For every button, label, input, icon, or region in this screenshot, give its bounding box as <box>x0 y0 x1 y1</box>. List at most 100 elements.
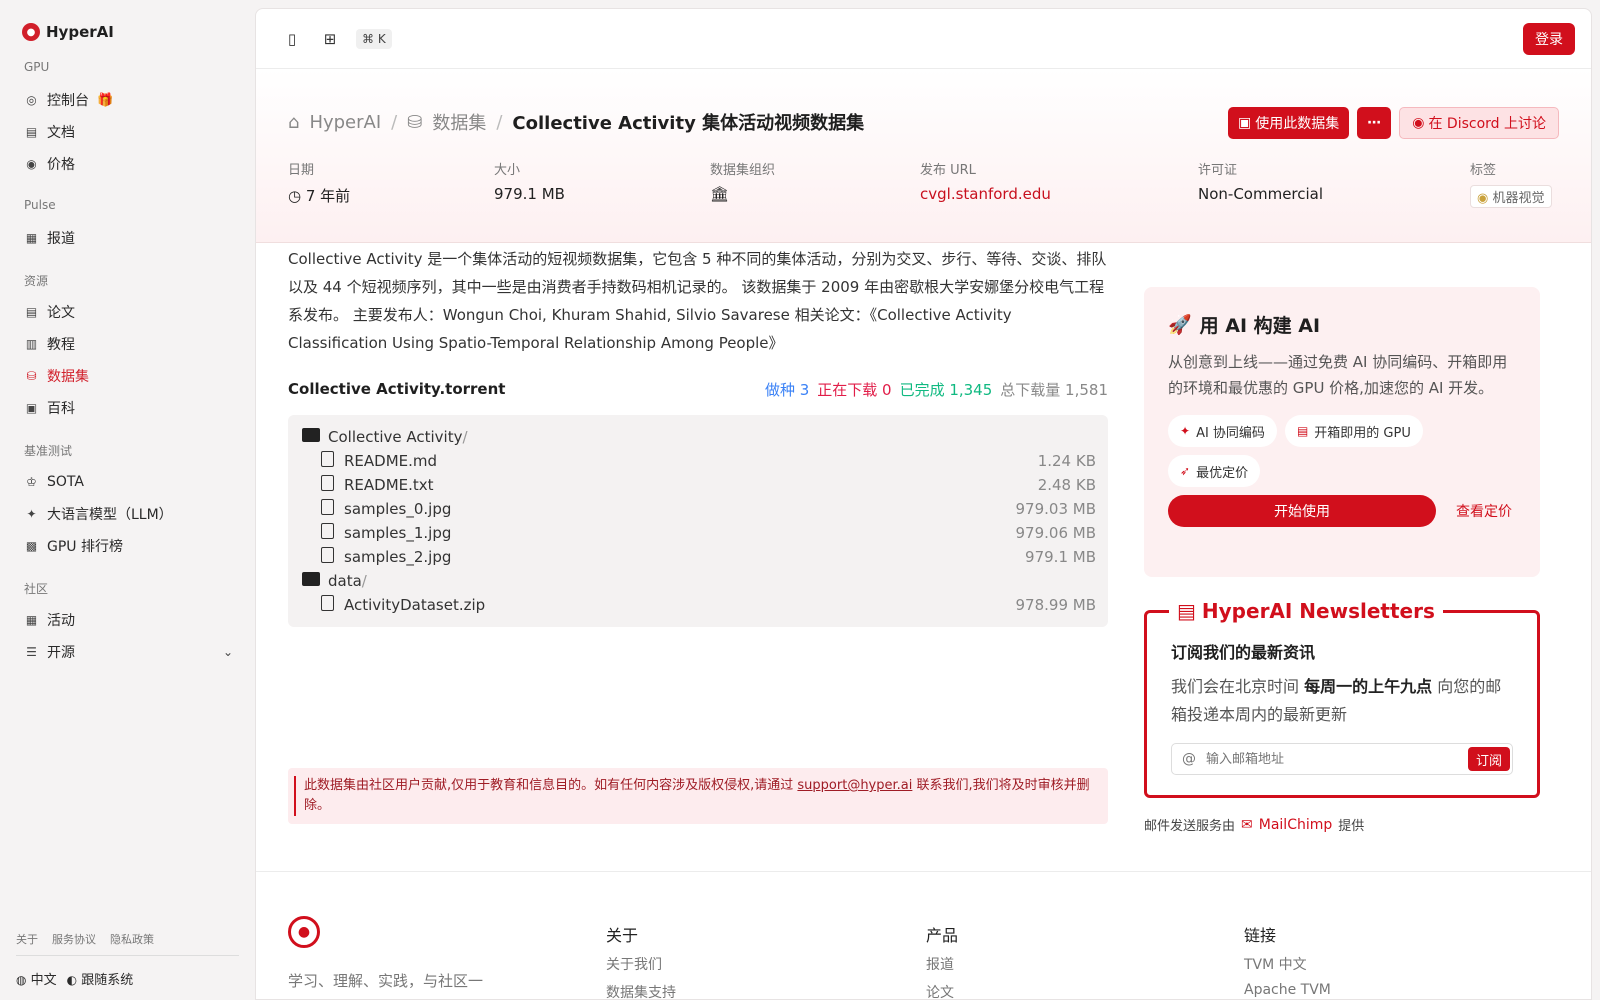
paper-icon: ▤ <box>25 305 38 319</box>
file-size: 978.99 MB <box>1015 596 1097 614</box>
chevron-down-icon: ⌄ <box>222 645 233 659</box>
brand[interactable]: ● HyperAI <box>16 22 239 42</box>
file-name: data <box>328 572 362 590</box>
meta-value: ◷ 7 年前 <box>288 185 350 206</box>
nav-heading: 基准测试 <box>24 444 73 458</box>
subscribe-button[interactable]: 订阅 <box>1467 747 1510 771</box>
discord-button[interactable]: ◉ 在 Discord 上讨论 <box>1399 107 1559 139</box>
document-icon: ▤ <box>25 125 38 139</box>
sidebar-item-llm[interactable]: ✦ 大语言模型（LLM） <box>16 498 239 530</box>
feature-label: AI 协同编码 <box>1196 425 1265 441</box>
torrent-name[interactable]: Collective Activity.torrent <box>288 380 505 398</box>
breadcrumb-separator: / <box>391 111 398 133</box>
nav-heading: 资源 <box>24 274 49 288</box>
meta-label: 大小 <box>494 163 521 178</box>
book-icon: ▥ <box>25 337 38 351</box>
newsletter-schedule: 每周一的上午九点 <box>1304 677 1433 696</box>
file-size: 979.1 MB <box>1025 548 1096 566</box>
clock-icon: ◷ <box>288 187 302 205</box>
sidebar-item-console[interactable]: ◎ 控制台 🎁 <box>16 84 239 116</box>
file-row[interactable]: README.md 1.24 KB <box>302 449 1096 473</box>
sidebar-item-datasets[interactable]: ⛁ 数据集 <box>16 360 239 392</box>
file-row[interactable]: samples_1.jpg 979.06 MB <box>302 521 1096 545</box>
globe-icon: ◍ <box>16 972 27 987</box>
file-size: 2.48 KB <box>1037 476 1096 494</box>
command-shortcut[interactable]: ⌘ K <box>356 28 392 49</box>
footer-link[interactable]: 论文 <box>926 982 958 999</box>
theme-selector[interactable]: ◐ 跟随系统 <box>67 969 134 988</box>
feature-label: 开箱即用的 GPU <box>1314 425 1411 441</box>
sidebar-item-sota[interactable]: ♔ SOTA <box>16 466 239 498</box>
file-row[interactable]: samples_0.jpg 979.03 MB <box>302 497 1096 521</box>
theme-label: 跟随系统 <box>81 972 134 988</box>
file-name: Collective Activity <box>328 428 463 446</box>
folder-row[interactable]: data / <box>302 569 1096 593</box>
sidebar-item-label: 大语言模型（LLM） <box>47 507 173 523</box>
sidebar-item-pricing[interactable]: ◉ 价格 <box>16 148 239 180</box>
footer-link[interactable]: 报道 <box>926 954 958 974</box>
sidebar-item-label: 数据集 <box>47 369 89 385</box>
sidebar-item-open-source[interactable]: ☰ 开源 ⌄ <box>16 636 239 668</box>
newsletter-heading: 订阅我们的最新资讯 <box>1171 643 1316 662</box>
hyperai-logo-icon: ● <box>22 23 40 41</box>
file-icon <box>320 547 334 563</box>
file-row[interactable]: samples_2.jpg 979.1 MB <box>302 545 1096 569</box>
about-link[interactable]: 关于 <box>16 931 38 947</box>
breadcrumb-datasets[interactable]: 数据集 <box>432 109 486 135</box>
provided-after-text: 提供 <box>1338 819 1365 834</box>
newspaper-icon: ▤ <box>1177 599 1196 623</box>
sidebar-item-tutorials[interactable]: ▥ 教程 <box>16 328 239 360</box>
feature-chip: ➶ 最优定价 <box>1168 455 1261 487</box>
sidebar-item-news[interactable]: ▦ 报道 <box>16 222 239 254</box>
footer-link[interactable]: TVM 中文 <box>1244 954 1331 974</box>
sidebar-toggle-icon[interactable]: ▯ <box>280 30 304 48</box>
footer-link[interactable]: 数据集支持 <box>606 982 676 999</box>
support-email-link[interactable]: support@hyper.ai <box>797 778 912 793</box>
footer-link[interactable]: 关于我们 <box>606 954 676 974</box>
sidebar-item-papers[interactable]: ▤ 论文 <box>16 296 239 328</box>
dataset-description: Collective Activity 是一个集体活动的短视频数据集，它包含 5… <box>288 250 1107 352</box>
calendar-icon: ▦ <box>25 613 38 627</box>
nav-heading: GPU <box>24 60 50 74</box>
folder-row[interactable]: Collective Activity / <box>302 425 1096 449</box>
page-title: Collective Activity 集体活动视频数据集 <box>512 113 865 134</box>
file-row[interactable]: README.txt 2.48 KB <box>302 473 1096 497</box>
discord-icon: ◉ <box>1412 115 1425 131</box>
more-options-icon[interactable]: ⋯ <box>1357 107 1392 139</box>
sidebar-item-events[interactable]: ▦ 活动 <box>16 604 239 636</box>
tag-list: ◉ 机器视觉 <box>1470 185 1552 208</box>
get-started-button[interactable]: 开始使用 <box>1168 495 1436 527</box>
privacy-link[interactable]: 隐私政策 <box>110 931 154 947</box>
breadcrumb-home[interactable]: HyperAI <box>309 112 381 133</box>
file-icon <box>320 499 334 515</box>
provided-by-text: 邮件发送服务由 <box>1144 819 1236 834</box>
file-icon <box>320 451 334 467</box>
view-pricing-link[interactable]: 查看定价 <box>1456 501 1512 521</box>
language-selector[interactable]: ◍ 中文 <box>16 969 57 988</box>
price-icon: ◉ <box>26 157 37 171</box>
publish-url-link[interactable]: cvgl.stanford.edu <box>920 185 1051 203</box>
footer-link[interactable]: Apache TVM <box>1244 982 1331 998</box>
apps-icon[interactable]: ⊞ <box>318 30 342 48</box>
newsletter-title-text: HyperAI Newsletters <box>1201 599 1435 623</box>
terms-link[interactable]: 服务协议 <box>52 931 96 947</box>
login-button[interactable]: 登录 <box>1523 22 1575 55</box>
sidebar-item-gpu-leaderboard[interactable]: ▩ GPU 排行榜 <box>16 530 239 562</box>
use-dataset-button[interactable]: ▣ 使用此数据集 <box>1228 107 1350 139</box>
sparkle-icon: ✦ <box>26 507 37 521</box>
sidebar-item-label: SOTA <box>47 474 84 490</box>
size-value: 979.1 MB <box>494 185 565 203</box>
completed-count: 已完成 1,345 <box>899 380 993 399</box>
meta-date: 日期 ◷ 7 年前 <box>288 159 350 206</box>
sidebar-settings: ◍ 中文 ◐ 跟随系统 <box>16 956 239 1000</box>
email-input[interactable] <box>1206 751 1468 767</box>
feature-label: 最优定价 <box>1196 465 1249 481</box>
rocket-icon: 🚀 <box>1168 313 1192 336</box>
meta-license: 许可证 Non-Commercial <box>1198 159 1323 203</box>
sidebar-item-wiki[interactable]: ▣ 百科 <box>16 392 239 424</box>
file-row[interactable]: ActivityDataset.zip 978.99 MB <box>302 593 1096 617</box>
tag-chip[interactable]: ◉ 机器视觉 <box>1470 185 1552 208</box>
sidebar-item-docs[interactable]: ▤ 文档 <box>16 116 239 148</box>
topbar: ▯ ⊞ ⌘ K 登录 <box>256 9 1591 69</box>
mailchimp-link[interactable]: ✉ MailChimp <box>1241 817 1332 833</box>
